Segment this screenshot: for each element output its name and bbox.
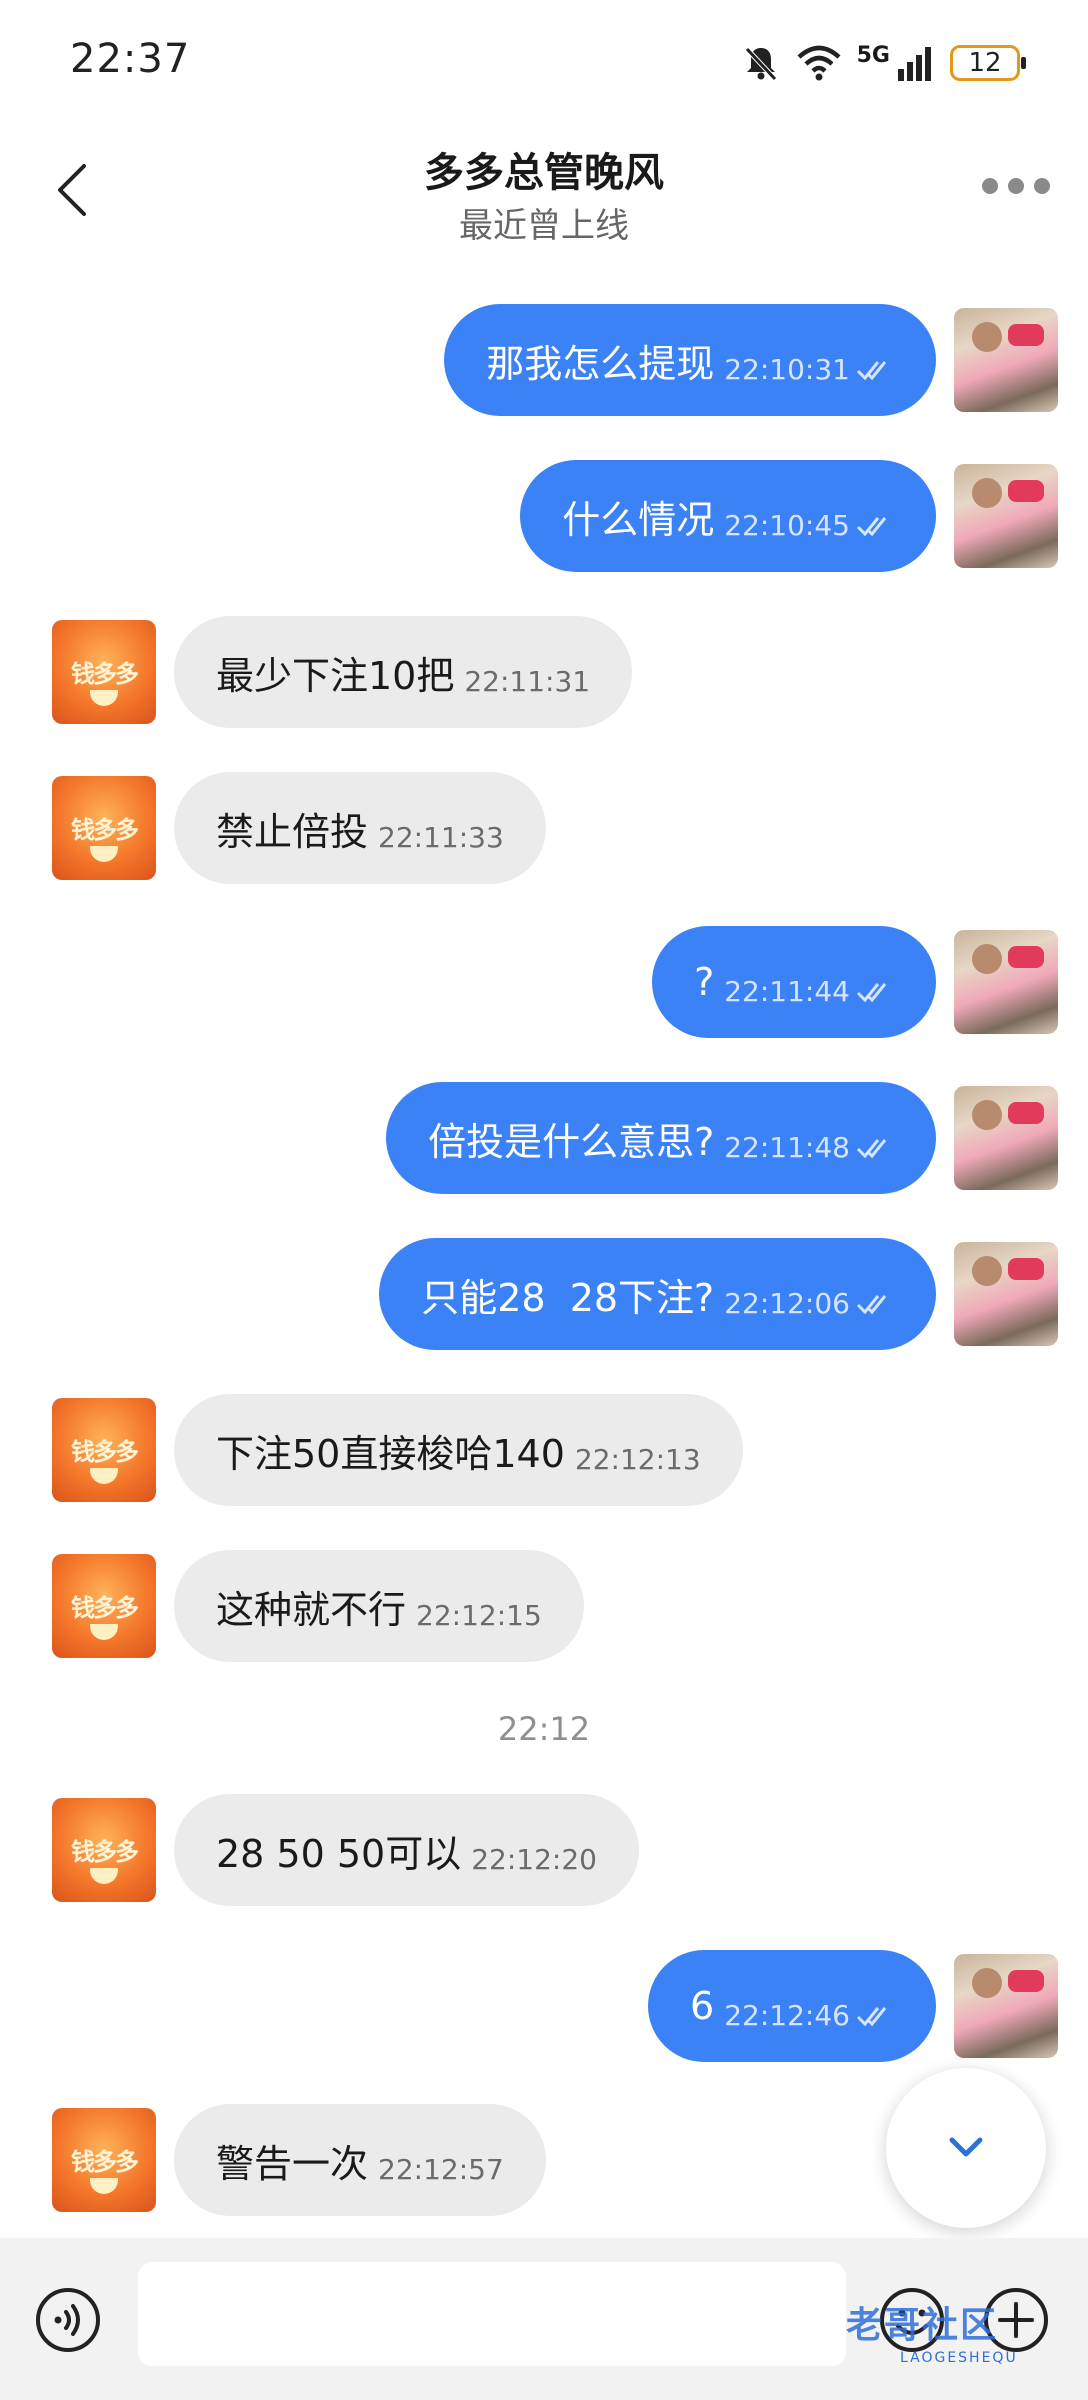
message-text: 下注50直接梭哈140 [216,1431,565,1476]
my-avatar[interactable] [954,1242,1058,1346]
read-check-icon [856,2007,887,2027]
message-row: 下注50直接梭哈140 22:12:13 [52,1394,743,1506]
message-time: 22:11:31 [464,664,591,698]
message-bubble[interactable]: 这种就不行 22:12:15 [174,1550,584,1662]
input-bar: 老哥社区 LAOGESHEQU [0,2238,1088,2400]
message-row: 那我怎么提现 22:10:31 [444,304,1058,416]
my-avatar[interactable] [954,464,1058,568]
message-text: 最少下注10把 [216,653,455,698]
status-icons: 5G 12 [741,38,1026,88]
message-time: 22:11:44 [724,974,850,1008]
message-bubble[interactable]: 28 50 50可以 22:12:20 [174,1794,639,1906]
message-text: 禁止倍投 [216,809,369,854]
scroll-to-bottom-button[interactable] [886,2068,1046,2228]
message-time: 22:10:45 [724,508,850,542]
signal-icon [898,47,931,81]
message-text: 这种就不行 [216,1587,407,1632]
message-text: ? [694,960,715,1004]
read-check-icon [856,1295,887,1315]
message-time: 22:11:33 [378,820,504,854]
message-text: 倍投是什么意思? [428,1119,715,1164]
battery-icon: 12 [950,45,1026,81]
contact-avatar[interactable] [52,620,156,724]
message-row: 什么情况 22:10:45 [520,460,1058,572]
message-row: 只能28 28下注? 22:12:06 [379,1238,1058,1350]
message-row: 这种就不行 22:12:15 [52,1550,584,1662]
message-bubble[interactable]: 那我怎么提现 22:10:31 [444,304,936,416]
message-text: 警告一次 [216,2141,369,2186]
message-time: 22:12:46 [724,1998,850,2032]
message-bubble[interactable]: 什么情况 22:10:45 [520,460,936,572]
message-row: 最少下注10把 22:11:31 [52,616,633,728]
chat-header: 多多总管晚风 最近曾上线 [0,120,1088,260]
status-time: 22:37 [70,36,191,82]
time-divider: 22:12 [497,1710,591,1748]
read-check-icon [856,1139,887,1159]
message-row: 6 22:12:46 [648,1950,1058,2062]
contact-avatar[interactable] [52,1398,156,1502]
message-text: 28 50 50可以 [216,1831,462,1876]
my-avatar[interactable] [954,1954,1058,2058]
more-options-icon[interactable] [982,178,1050,194]
chevron-down-icon [949,2137,983,2157]
network-label: 5G [856,42,890,68]
message-text: 什么情况 [562,497,715,542]
read-check-icon [856,517,887,537]
message-time: 22:10:31 [724,352,850,386]
message-row: 28 50 50可以 22:12:20 [52,1794,639,1906]
status-bar: 22:37 5G 12 [0,0,1088,120]
message-time: 22:12:20 [471,1842,597,1876]
message-bubble[interactable]: 最少下注10把 22:11:31 [174,616,633,728]
chat-subtitle: 最近曾上线 [459,206,629,246]
message-text: 6 [690,1984,715,2028]
message-row: 警告一次 22:12:57 [52,2104,546,2216]
contact-avatar[interactable] [52,2108,156,2212]
my-avatar[interactable] [954,1086,1058,1190]
message-time: 22:11:48 [724,1130,850,1164]
message-bubble[interactable]: 6 22:12:46 [648,1950,936,2062]
message-time: 22:12:15 [416,1598,542,1632]
read-check-icon [856,983,887,1003]
message-bubble[interactable]: 禁止倍投 22:11:33 [174,772,546,884]
wifi-icon [797,45,841,81]
voice-icon[interactable] [34,2286,102,2354]
my-avatar[interactable] [954,308,1058,412]
watermark-subtext: LAOGESHEQU [900,2350,1018,2366]
contact-avatar[interactable] [52,776,156,880]
message-time: 22:12:06 [724,1286,850,1320]
battery-level: 12 [968,48,1002,78]
message-bubble[interactable]: 只能28 28下注? 22:12:06 [379,1238,936,1350]
contact-avatar[interactable] [52,1798,156,1902]
message-bubble[interactable]: ? 22:11:44 [652,926,936,1038]
message-time: 22:12:57 [378,2152,504,2186]
message-text: 那我怎么提现 [486,341,715,386]
read-check-icon [856,361,887,381]
contact-avatar[interactable] [52,1554,156,1658]
message-row: 禁止倍投 22:11:33 [52,772,546,884]
message-bubble[interactable]: 警告一次 22:12:57 [174,2104,546,2216]
message-row: 倍投是什么意思? 22:11:48 [386,1082,1058,1194]
watermark-logo: 老哥社区 [846,2305,999,2346]
message-bubble[interactable]: 下注50直接梭哈140 22:12:13 [174,1394,743,1506]
bell-muted-icon [744,47,777,81]
my-avatar[interactable] [954,930,1058,1034]
chat-title: 多多总管晚风 [424,150,664,196]
message-time: 22:12:13 [574,1442,701,1476]
message-bubble[interactable]: 倍投是什么意思? 22:11:48 [386,1082,936,1194]
message-row: ? 22:11:44 [652,926,1058,1038]
message-text: 只能28 28下注? [421,1275,715,1320]
message-input[interactable] [138,2262,846,2366]
